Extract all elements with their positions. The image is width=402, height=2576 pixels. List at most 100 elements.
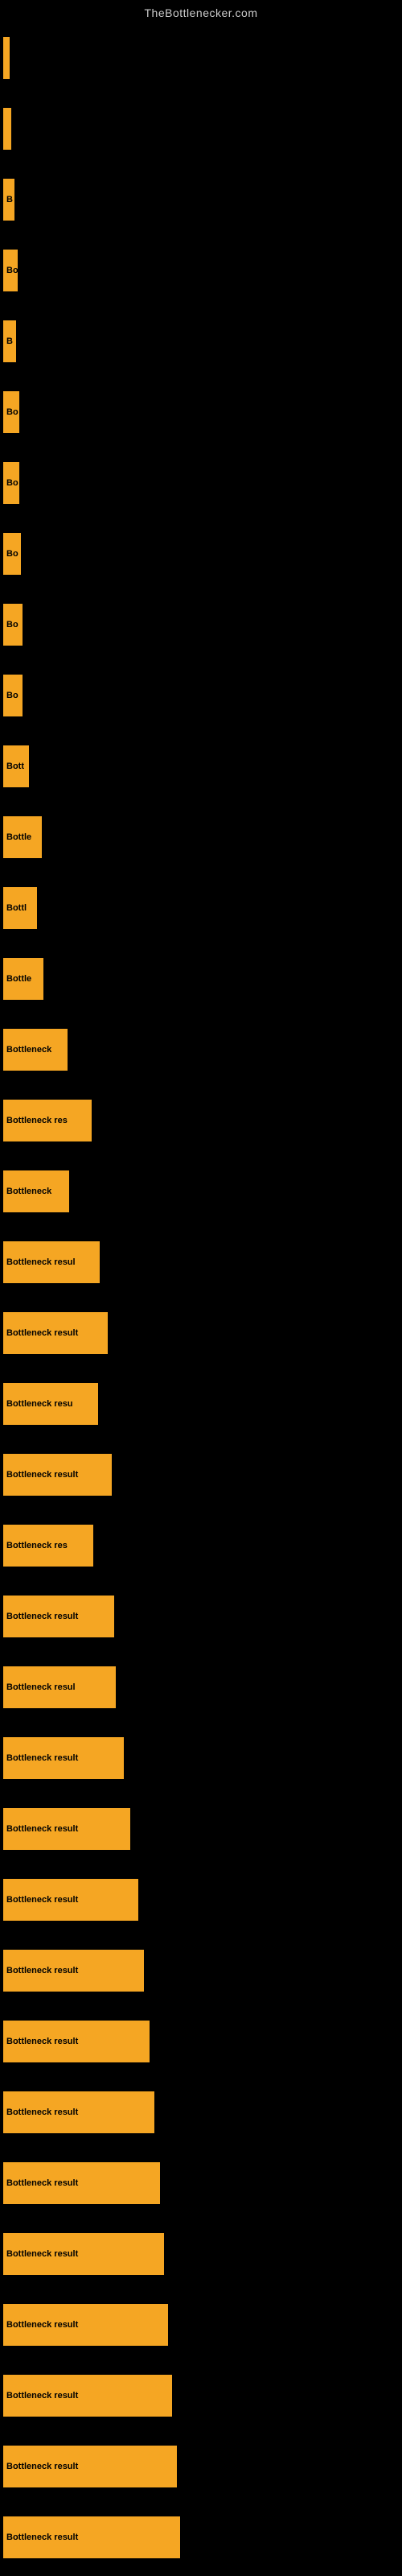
bar-row-18: Bottleneck resul (0, 1227, 402, 1298)
bar-3: B (3, 179, 14, 221)
bar-31: Bottleneck result (3, 2162, 160, 2204)
bar-label-6: Bo (6, 407, 18, 417)
bar-17: Bottleneck (3, 1170, 69, 1212)
bar-row-4: Bo (0, 235, 402, 306)
bar-20: Bottleneck resu (3, 1383, 98, 1425)
bar-label-18: Bottleneck resul (6, 1257, 76, 1267)
bar-row-6: Bo (0, 377, 402, 448)
bar-row-19: Bottleneck result (0, 1298, 402, 1368)
bar-row-36: Bottleneck result (0, 2502, 402, 2573)
bar-row-8: Bo (0, 518, 402, 589)
bar-24: Bottleneck resul (3, 1666, 116, 1708)
bar-row-17: Bottleneck (0, 1156, 402, 1227)
bar-row-9: Bo (0, 589, 402, 660)
bar-row-7: Bo (0, 448, 402, 518)
bar-label-17: Bottleneck (6, 1187, 51, 1196)
bar-label-28: Bottleneck result (6, 1966, 78, 1975)
bar-2 (3, 108, 11, 150)
bar-8: Bo (3, 533, 21, 575)
bar-15: Bottleneck (3, 1029, 68, 1071)
bar-label-26: Bottleneck result (6, 1824, 78, 1834)
bar-27: Bottleneck result (3, 1879, 138, 1921)
bar-row-29: Bottleneck result (0, 2006, 402, 2077)
bar-label-24: Bottleneck resul (6, 1682, 76, 1692)
bar-row-27: Bottleneck result (0, 1864, 402, 1935)
bar-row-13: Bottl (0, 873, 402, 943)
bar-label-21: Bottleneck result (6, 1470, 78, 1480)
bar-6: Bo (3, 391, 19, 433)
bar-14: Bottle (3, 958, 43, 1000)
bar-5: B (3, 320, 16, 362)
bar-label-11: Bott (6, 762, 24, 771)
bar-23: Bottleneck result (3, 1596, 114, 1637)
bar-label-16: Bottleneck res (6, 1116, 68, 1125)
bar-row-26: Bottleneck result (0, 1794, 402, 1864)
bar-label-35: Bottleneck result (6, 2462, 78, 2471)
bar-row-3: B (0, 164, 402, 235)
bar-label-27: Bottleneck result (6, 1895, 78, 1905)
bar-row-34: Bottleneck result (0, 2360, 402, 2431)
bar-label-25: Bottleneck result (6, 1753, 78, 1763)
bar-label-10: Bo (6, 691, 18, 700)
bar-label-15: Bottleneck (6, 1045, 51, 1055)
bar-12: Bottle (3, 816, 42, 858)
bar-row-25: Bottleneck result (0, 1723, 402, 1794)
bar-row-28: Bottleneck result (0, 1935, 402, 2006)
bar-row-12: Bottle (0, 802, 402, 873)
site-title: TheBottlenecker.com (0, 0, 402, 23)
bar-row-16: Bottleneck res (0, 1085, 402, 1156)
bar-row-20: Bottleneck resu (0, 1368, 402, 1439)
bar-32: Bottleneck result (3, 2233, 164, 2275)
bar-label-20: Bottleneck resu (6, 1399, 73, 1409)
bar-label-32: Bottleneck result (6, 2249, 78, 2259)
bar-row-11: Bott (0, 731, 402, 802)
bar-row-1 (0, 23, 402, 93)
bar-label-22: Bottleneck res (6, 1541, 68, 1550)
bar-22: Bottleneck res (3, 1525, 93, 1567)
bar-36: Bottleneck result (3, 2516, 180, 2558)
bar-label-36: Bottleneck result (6, 2533, 78, 2542)
bar-10: Bo (3, 675, 23, 716)
bar-7: Bo (3, 462, 19, 504)
bar-19: Bottleneck result (3, 1312, 108, 1354)
bar-21: Bottleneck result (3, 1454, 112, 1496)
bar-row-31: Bottleneck result (0, 2148, 402, 2219)
bar-label-34: Bottleneck result (6, 2391, 78, 2401)
bar-34: Bottleneck result (3, 2375, 172, 2417)
bar-label-13: Bottl (6, 903, 27, 913)
bar-9: Bo (3, 604, 23, 646)
bar-row-33: Bottleneck result (0, 2289, 402, 2360)
bar-label-5: B (6, 336, 13, 346)
bar-row-10: Bo (0, 660, 402, 731)
bar-label-29: Bottleneck result (6, 2037, 78, 2046)
bar-label-31: Bottleneck result (6, 2178, 78, 2188)
bar-row-32: Bottleneck result (0, 2219, 402, 2289)
bar-row-21: Bottleneck result (0, 1439, 402, 1510)
bar-33: Bottleneck result (3, 2304, 168, 2346)
bar-label-14: Bottle (6, 974, 31, 984)
bar-13: Bottl (3, 887, 37, 929)
bar-row-30: Bottleneck result (0, 2077, 402, 2148)
bar-29: Bottleneck result (3, 2021, 150, 2062)
bar-35: Bottleneck result (3, 2446, 177, 2487)
bar-label-9: Bo (6, 620, 18, 630)
bar-label-19: Bottleneck result (6, 1328, 78, 1338)
bar-label-23: Bottleneck result (6, 1612, 78, 1621)
bar-28: Bottleneck result (3, 1950, 144, 1992)
bar-18: Bottleneck resul (3, 1241, 100, 1283)
bar-4: Bo (3, 250, 18, 291)
bar-16: Bottleneck res (3, 1100, 92, 1141)
bar-row-5: B (0, 306, 402, 377)
bar-row-35: Bottleneck result (0, 2431, 402, 2502)
bar-25: Bottleneck result (3, 1737, 124, 1779)
bar-label-12: Bottle (6, 832, 31, 842)
bar-label-7: Bo (6, 478, 18, 488)
bar-label-4: Bo (6, 266, 18, 275)
bar-30: Bottleneck result (3, 2091, 154, 2133)
bar-label-33: Bottleneck result (6, 2320, 78, 2330)
bar-label-8: Bo (6, 549, 18, 559)
bar-label-30: Bottleneck result (6, 2107, 78, 2117)
bar-row-24: Bottleneck resul (0, 1652, 402, 1723)
bars-container: B Bo B Bo Bo Bo Bo Bo Bott Bottle Bottl Bottle Bottl… (0, 23, 402, 2573)
bar-row-14: Bottle (0, 943, 402, 1014)
